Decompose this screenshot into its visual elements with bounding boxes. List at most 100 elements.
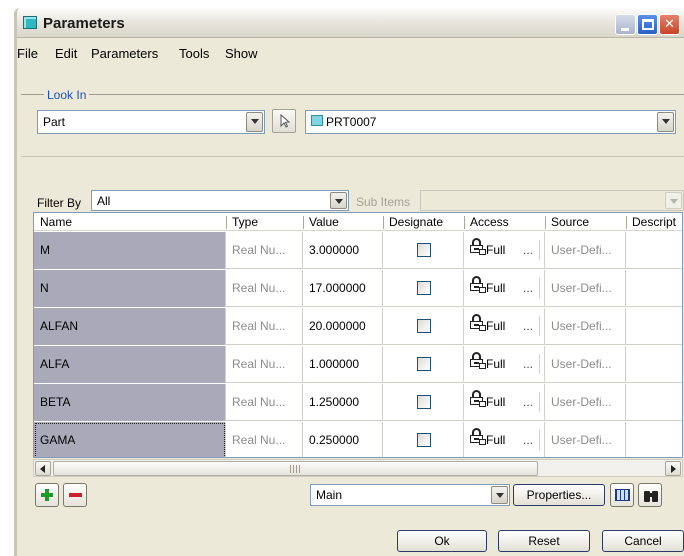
table-row[interactable]: ALFA Real Nu... 1.000000 Full ... User-D… bbox=[34, 346, 682, 383]
column-set-select[interactable]: Main bbox=[310, 484, 510, 506]
designate-cell bbox=[383, 270, 464, 307]
description-cell[interactable] bbox=[626, 232, 682, 269]
source-cell: User-Defi... bbox=[545, 384, 626, 421]
param-value-cell[interactable]: 3.000000 bbox=[303, 232, 383, 269]
access-cell[interactable]: Full ... bbox=[464, 384, 545, 421]
description-cell[interactable] bbox=[626, 384, 682, 421]
column-divider[interactable] bbox=[626, 216, 627, 229]
access-more-button[interactable]: ... bbox=[523, 395, 533, 409]
column-divider[interactable] bbox=[464, 216, 465, 229]
scroll-right-icon[interactable] bbox=[665, 461, 681, 476]
look-in-scope-value: Part bbox=[43, 115, 66, 129]
ok-button[interactable]: Ok bbox=[397, 530, 487, 552]
access-more-button[interactable]: ... bbox=[523, 281, 533, 295]
look-in-object-select[interactable]: PRT0007 bbox=[305, 110, 676, 134]
menu-tools[interactable]: Tools bbox=[179, 46, 209, 61]
column-header-value[interactable]: Value bbox=[309, 215, 339, 229]
column-header-name[interactable]: Name bbox=[40, 215, 72, 229]
column-header-access[interactable]: Access bbox=[470, 215, 509, 229]
parameters-table: Name Type Value Designate Access Source … bbox=[33, 212, 683, 458]
menu-parameters[interactable]: Parameters bbox=[91, 46, 158, 61]
table-row[interactable]: M Real Nu... 3.000000 Full ... User-Defi… bbox=[34, 232, 682, 269]
param-type-cell: Real Nu... bbox=[226, 346, 303, 383]
find-button[interactable] bbox=[638, 483, 662, 507]
param-name-cell[interactable]: M bbox=[34, 232, 226, 269]
filter-by-select[interactable]: All bbox=[91, 190, 349, 211]
menu-edit[interactable]: Edit bbox=[55, 46, 77, 61]
column-divider[interactable] bbox=[226, 216, 227, 229]
param-value-cell[interactable]: 1.000000 bbox=[303, 346, 383, 383]
description-cell[interactable] bbox=[626, 422, 682, 457]
select-pointer-button[interactable] bbox=[272, 109, 296, 133]
minus-icon bbox=[69, 493, 82, 497]
access-cell[interactable]: Full ... bbox=[464, 270, 545, 307]
access-cell[interactable]: Full ... bbox=[464, 422, 545, 457]
column-divider[interactable] bbox=[303, 216, 304, 229]
designate-checkbox[interactable] bbox=[417, 319, 431, 333]
table-row[interactable]: ALFAN Real Nu... 20.000000 Full ... User… bbox=[34, 308, 682, 345]
sub-items-select[interactable] bbox=[420, 190, 684, 211]
access-cell[interactable]: Full ... bbox=[464, 232, 545, 269]
access-cell[interactable]: Full ... bbox=[464, 308, 545, 345]
scrollbar-thumb[interactable] bbox=[53, 461, 538, 476]
title-bar[interactable]: Parameters ✕ bbox=[17, 8, 684, 38]
description-cell[interactable] bbox=[626, 270, 682, 307]
maximize-button[interactable] bbox=[637, 14, 658, 35]
param-name-cell[interactable]: BETA bbox=[34, 384, 226, 421]
chevron-down-icon[interactable] bbox=[657, 112, 674, 132]
menu-file[interactable]: File bbox=[17, 46, 38, 61]
close-icon: ✕ bbox=[664, 17, 675, 32]
cancel-button[interactable]: Cancel bbox=[602, 530, 684, 552]
lock-icon bbox=[470, 276, 486, 294]
maximize-icon bbox=[642, 19, 654, 30]
look-in-scope-select[interactable]: Part bbox=[37, 110, 265, 134]
scroll-left-icon[interactable] bbox=[35, 461, 51, 476]
look-in-label: Look In bbox=[44, 88, 90, 102]
description-cell[interactable] bbox=[626, 308, 682, 345]
properties-button[interactable]: Properties... bbox=[513, 484, 605, 506]
designate-checkbox[interactable] bbox=[417, 243, 431, 257]
access-more-button[interactable]: ... bbox=[523, 357, 533, 371]
designate-cell bbox=[383, 422, 464, 457]
designate-checkbox[interactable] bbox=[417, 433, 431, 447]
table-row[interactable]: BETA Real Nu... 1.250000 Full ... User-D… bbox=[34, 384, 682, 421]
designate-checkbox[interactable] bbox=[417, 281, 431, 295]
param-name-cell[interactable]: ALFAN bbox=[34, 308, 226, 345]
minimize-button[interactable] bbox=[615, 14, 636, 35]
column-divider[interactable] bbox=[383, 216, 384, 229]
table-row[interactable]: N Real Nu... 17.000000 Full ... User-Def… bbox=[34, 270, 682, 307]
access-more-button[interactable]: ... bbox=[523, 319, 533, 333]
chevron-down-icon[interactable] bbox=[330, 192, 347, 209]
param-value-cell[interactable]: 0.250000 bbox=[303, 422, 383, 457]
column-header-designate[interactable]: Designate bbox=[389, 215, 443, 229]
column-header-source[interactable]: Source bbox=[551, 215, 589, 229]
table-row[interactable]: GAMA Real Nu... 0.250000 Full ... User-D… bbox=[34, 422, 682, 457]
column-header-description[interactable]: Descript bbox=[632, 215, 676, 229]
param-name-cell[interactable]: ALFA bbox=[34, 346, 226, 383]
access-more-button[interactable]: ... bbox=[523, 243, 533, 257]
param-name-cell[interactable]: N bbox=[34, 270, 226, 307]
table-view-button[interactable] bbox=[610, 483, 634, 507]
source-cell: User-Defi... bbox=[545, 232, 626, 269]
param-value-cell[interactable]: 1.250000 bbox=[303, 384, 383, 421]
add-parameter-button[interactable] bbox=[35, 483, 59, 507]
param-value-cell[interactable]: 20.000000 bbox=[303, 308, 383, 345]
look-in-object-value: PRT0007 bbox=[326, 115, 377, 129]
designate-checkbox[interactable] bbox=[417, 395, 431, 409]
chevron-down-icon[interactable] bbox=[491, 486, 508, 504]
param-value-cell[interactable]: 17.000000 bbox=[303, 270, 383, 307]
horizontal-scrollbar[interactable] bbox=[33, 459, 683, 477]
chevron-down-icon[interactable] bbox=[246, 112, 263, 132]
column-header-type[interactable]: Type bbox=[232, 215, 258, 229]
column-divider[interactable] bbox=[545, 216, 546, 229]
reset-button[interactable]: Reset bbox=[498, 530, 590, 552]
remove-parameter-button[interactable] bbox=[63, 483, 87, 507]
menu-show[interactable]: Show bbox=[225, 46, 258, 61]
designate-checkbox[interactable] bbox=[417, 357, 431, 371]
description-cell[interactable] bbox=[626, 346, 682, 383]
access-more-button[interactable]: ... bbox=[523, 433, 533, 447]
param-name-cell[interactable]: GAMA bbox=[34, 422, 226, 457]
close-button[interactable]: ✕ bbox=[659, 14, 680, 35]
access-cell[interactable]: Full ... bbox=[464, 346, 545, 383]
column-set-value: Main bbox=[316, 488, 343, 502]
